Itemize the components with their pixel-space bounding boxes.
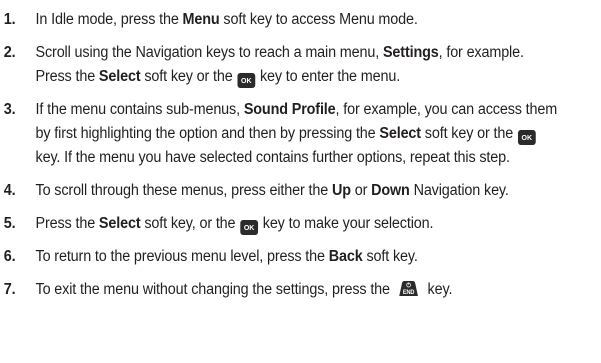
menu-softkey-term: Menu [182,11,220,28]
ok-key-icon: OK [240,220,258,236]
end-key-label: END [403,290,414,296]
up-key-term: Up [331,182,351,200]
step-7: 7. To exit the menu without changing the … [0,278,561,302]
settings-menu-term: Settings [382,43,439,61]
step-text: To return to the previous menu level, pr… [35,247,329,265]
select-softkey-term: Select [98,68,141,86]
step-text: soft key or the [420,125,517,143]
step-text: key to enter the menu. [256,68,401,86]
step-text: key to make your selection. [258,215,434,233]
down-key-term: Down [371,182,410,200]
step-2: 2. Scroll using the Navigation keys to re… [0,41,561,90]
step-text: To scroll through these menus, press eit… [35,182,332,200]
step-number: 1. [3,11,16,28]
step-text: In Idle mode, press the [35,11,183,28]
step-6: 6. To return to the previous menu level, … [0,245,561,269]
step-number: 5. [3,215,16,233]
step-number: 3. [3,100,16,118]
step-number: 2. [3,43,16,61]
manual-page: 1. In Idle mode, press the Menu soft key … [0,0,601,363]
step-text: soft key or the [140,68,237,86]
select-softkey-term: Select [98,215,141,233]
step-text: If the menu contains sub-menus, [35,100,244,118]
step-text: or [350,182,372,200]
step-text: soft key. [362,247,418,265]
instruction-steps: 1. In Idle mode, press the Menu soft key … [0,8,601,310]
step-text: Scroll using the Navigation keys to reac… [35,43,383,61]
step-3: 3. If the menu contains sub-menus, Sound … [0,98,561,171]
ok-key-icon: OK [237,73,256,89]
step-text: soft key to access Menu mode. [219,11,418,28]
step-1: 1. In Idle mode, press the Menu soft key … [0,8,561,32]
sound-profile-term: Sound Profile [243,100,336,118]
back-softkey-term: Back [328,247,363,265]
select-softkey-term: Select [379,125,421,143]
end-power-key-icon: END [397,280,421,297]
step-text: key. [423,280,453,298]
step-number: 4. [3,182,16,200]
step-text: soft key, or the [140,215,240,233]
step-5: 5. Press the Select soft key, or the OK … [0,212,561,236]
step-text: To exit the menu without changing the se… [35,280,394,298]
step-number: 7. [3,280,16,298]
step-text: Press the [35,215,99,233]
ok-key-icon: OK [517,130,536,146]
step-text: key. If the menu you have selected conta… [35,149,510,167]
step-text: Navigation key. [409,182,509,200]
step-number: 6. [3,247,16,265]
step-4: 4. To scroll through these menus, press e… [0,179,561,203]
